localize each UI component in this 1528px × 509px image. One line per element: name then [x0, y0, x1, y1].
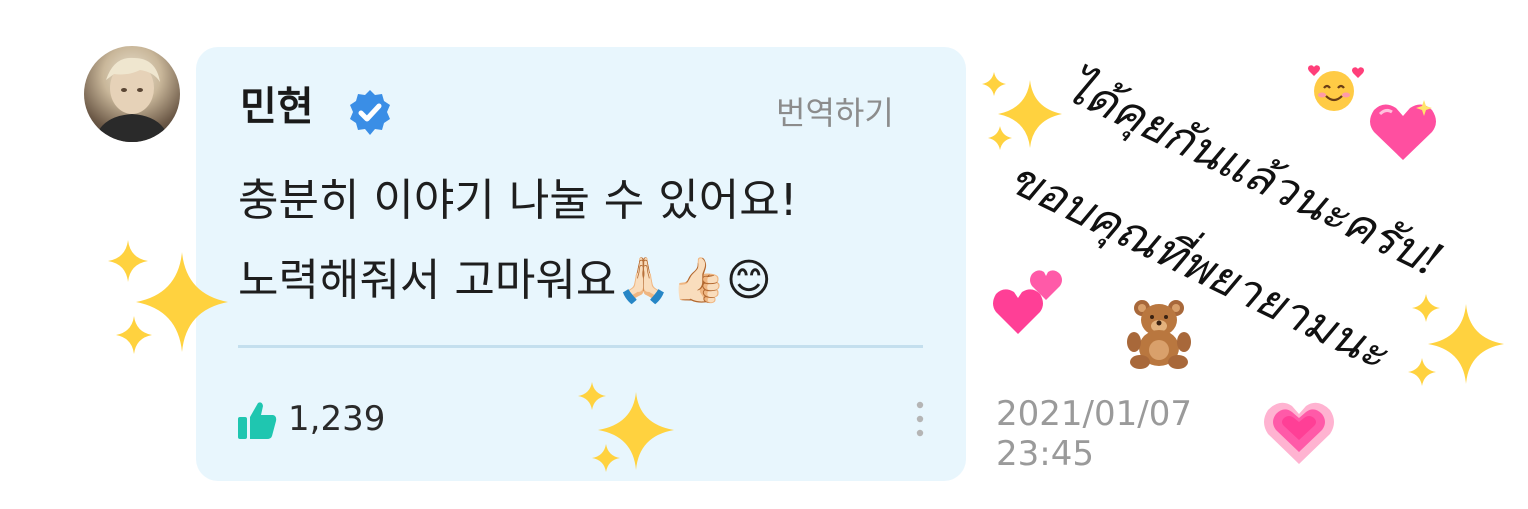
timestamp-date: 2021/01/07 — [996, 394, 1192, 434]
translate-link[interactable]: 번역하기 — [776, 93, 894, 133]
sparkling-heart-icon — [1370, 100, 1436, 160]
sparkles-icon — [578, 382, 674, 472]
divider — [238, 345, 923, 348]
sparkles-icon — [982, 72, 1062, 150]
avatar-portrait-icon — [94, 57, 170, 142]
author-name[interactable]: 민현 — [240, 83, 314, 131]
comment-screenshot: 민현 번역하기 충분히 이야기 나눌 수 있어요! 노력해줘서 고마워요🙏🏻👍🏻… — [0, 0, 1528, 509]
two-hearts-icon — [993, 270, 1062, 334]
growing-heart-icon — [1264, 402, 1334, 464]
comment-text-line-2: 노력해줘서 고마워요🙏🏻👍🏻😊 — [238, 255, 772, 306]
smiling-face-with-hearts-icon — [1308, 65, 1364, 111]
more-vertical-icon[interactable] — [908, 397, 932, 441]
sparkles-icon — [108, 240, 228, 354]
teddy-bear-icon — [1127, 300, 1191, 369]
like-count: 1,239 — [288, 399, 386, 439]
verified-badge-icon — [350, 90, 390, 135]
thumbs-up-icon[interactable] — [236, 399, 278, 441]
timestamp-time: 23:45 — [996, 434, 1094, 474]
avatar[interactable] — [84, 46, 180, 142]
comment-text-line-1: 충분히 이야기 나눌 수 있어요! — [238, 175, 798, 226]
sparkles-icon — [1408, 294, 1504, 386]
timestamp: 2021/01/07 23:45 — [996, 394, 1192, 474]
